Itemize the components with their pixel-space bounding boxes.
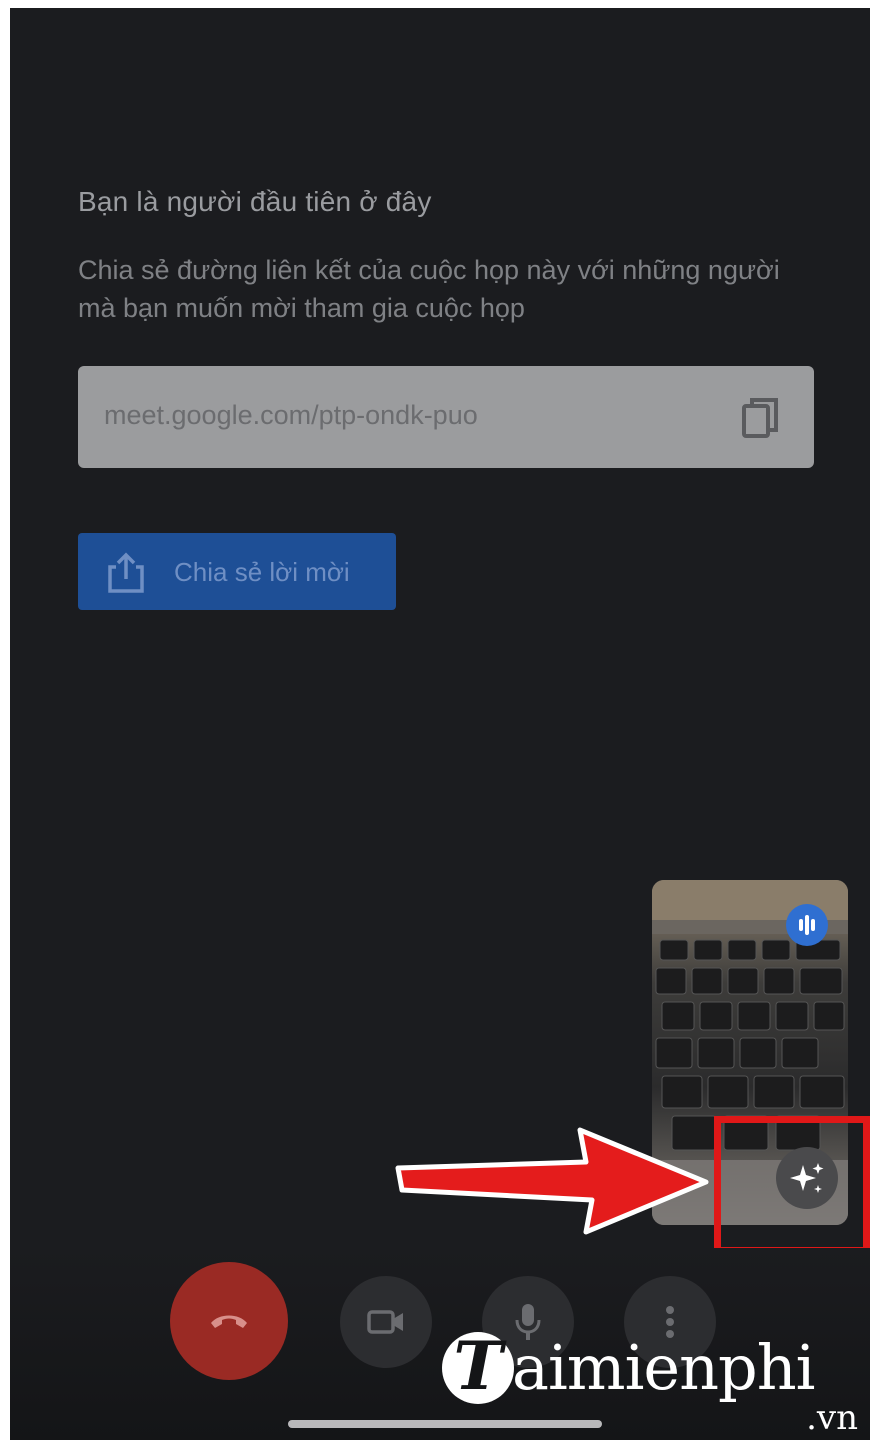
taimienphi-watermark: T aimienphi .vn (442, 1328, 870, 1438)
page-title: Bạn là người đầu tiên ở đây (78, 186, 432, 217)
meeting-link-box[interactable]: meet.google.com/ptp-ondk-puo (78, 366, 814, 468)
meeting-link-text: meet.google.com/ptp-ondk-puo (104, 400, 478, 430)
share-invite-label: Chia sẻ lời mời (174, 557, 350, 587)
audio-level-icon (786, 904, 828, 946)
watermark-domain: .vn (806, 1398, 858, 1438)
annotation-arrow (395, 1127, 709, 1235)
share-icon (106, 551, 146, 595)
meet-screen: Bạn là người đầu tiên ở đây Chia sẻ đườn… (10, 8, 870, 1440)
camera-toggle-button[interactable] (340, 1276, 432, 1368)
copy-icon[interactable] (740, 394, 784, 442)
end-call-icon (211, 1315, 247, 1328)
share-invite-button[interactable]: Chia sẻ lời mời (78, 533, 396, 610)
share-description: Chia sẻ đường liên kết của cuộc họp này … (78, 255, 780, 323)
end-call-button[interactable] (170, 1262, 288, 1380)
watermark-logo-initial: T (442, 1330, 514, 1404)
video-camera-icon (367, 1310, 403, 1334)
annotation-highlight-box (714, 1116, 870, 1254)
watermark-name: aimienphi (512, 1331, 815, 1404)
